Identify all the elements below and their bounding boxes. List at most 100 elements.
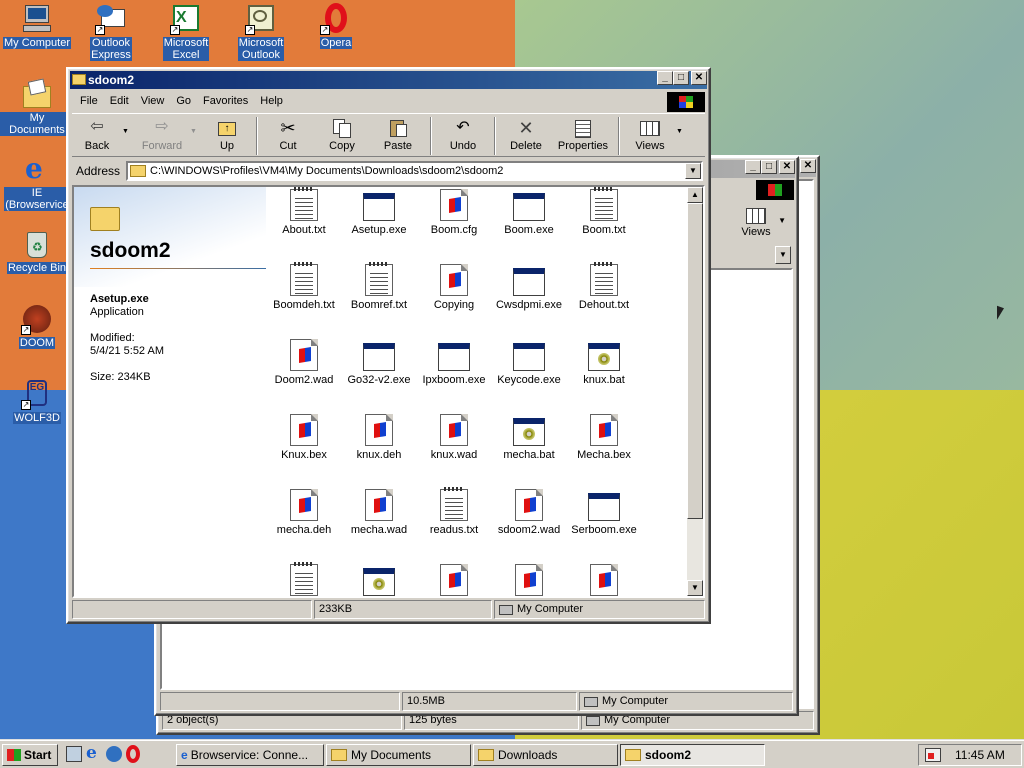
close-button[interactable]: ✕ xyxy=(779,160,795,174)
menu-edit[interactable]: Edit xyxy=(106,95,133,107)
file-item[interactable]: Mecha.bex xyxy=(566,414,642,462)
file-item[interactable]: Doom2.wad xyxy=(266,339,342,387)
properties-button[interactable]: Properties xyxy=(552,114,614,152)
views-button[interactable]: Views ▼ xyxy=(726,208,786,238)
desktop-icon-wolf3d[interactable]: EG ↗ WOLF3D xyxy=(0,378,74,424)
show-desktop-icon[interactable] xyxy=(66,746,82,762)
internet-explorer-icon[interactable]: e xyxy=(86,745,102,763)
close-button[interactable]: ✕ xyxy=(691,71,707,85)
file-item[interactable]: Boomdeh.txt xyxy=(266,262,342,312)
file-item[interactable]: Ipxboom.exe xyxy=(416,339,492,387)
desktop-icon-outlook-express[interactable]: ↗ Outlook Express xyxy=(74,3,148,61)
desktop-icon-label-line2: Excel xyxy=(172,49,200,61)
window-titlebar[interactable]: sdoom2 xyxy=(70,71,707,89)
clock[interactable]: 11:45 AM xyxy=(955,748,1005,762)
file-item[interactable] xyxy=(266,562,342,596)
forward-dropdown-icon[interactable]: ▼ xyxy=(190,114,202,135)
desktop-icon-doom[interactable]: ↗ DOOM xyxy=(0,303,74,349)
file-item[interactable]: About.txt xyxy=(266,187,342,237)
address-input[interactable]: C:\WINDOWS\Profiles\VM4\My Documents\Dow… xyxy=(126,161,703,181)
file-item[interactable]: Asetup.exe xyxy=(341,189,417,237)
cut-button[interactable]: ✂ Cut xyxy=(262,114,314,152)
doom-file-icon xyxy=(365,414,393,446)
folder-content[interactable]: sdoom2 Asetup.exe Application Modified: … xyxy=(72,185,705,598)
scroll-down-button[interactable]: ▼ xyxy=(687,580,703,596)
file-item[interactable] xyxy=(416,564,492,596)
address-bar: Address C:\WINDOWS\Profiles\VM4\My Docum… xyxy=(72,159,705,183)
address-dropdown-button[interactable]: ▼ xyxy=(775,246,791,264)
menu-help[interactable]: Help xyxy=(256,95,287,107)
file-item[interactable] xyxy=(491,564,567,596)
up-button[interactable]: ↑ Up xyxy=(202,114,252,152)
menu-file[interactable]: File xyxy=(76,95,102,107)
paste-button[interactable]: Paste xyxy=(370,114,426,152)
minimize-button[interactable]: _ xyxy=(745,160,761,174)
menu-bar: File Edit View Go Favorites Help xyxy=(72,91,705,111)
desktop-icon-recycle-bin[interactable]: ♻ Recycle Bin xyxy=(0,228,74,274)
start-button[interactable]: Start xyxy=(2,744,58,766)
menu-view[interactable]: View xyxy=(137,95,169,107)
desktop-icon-outlook[interactable]: ↗ Microsoft Outlook xyxy=(224,3,298,61)
scroll-thumb[interactable] xyxy=(687,203,703,519)
undo-icon: ↶ xyxy=(456,119,470,136)
vertical-scrollbar[interactable]: ▲ ▼ xyxy=(687,187,703,596)
minimize-button[interactable]: _ xyxy=(657,71,673,85)
file-item[interactable]: knux.wad xyxy=(416,414,492,462)
file-item[interactable]: Boomref.txt xyxy=(341,262,417,312)
status-objects xyxy=(72,600,312,619)
views-dropdown-icon[interactable]: ▼ xyxy=(676,114,690,135)
taskbar-button-browservice[interactable]: e Browservice: Conne... xyxy=(176,744,324,766)
file-item[interactable]: Cwsdpmi.exe xyxy=(491,264,567,312)
taskbar-button-downloads[interactable]: Downloads xyxy=(473,744,618,766)
tray-app-icon[interactable] xyxy=(925,748,941,762)
text-file-icon xyxy=(365,262,393,296)
file-item[interactable]: Serboom.exe xyxy=(566,489,642,537)
close-button[interactable]: ✕ xyxy=(800,159,816,173)
file-item[interactable]: mecha.bat xyxy=(491,414,567,462)
file-item[interactable] xyxy=(566,564,642,596)
file-item[interactable]: Boom.exe xyxy=(491,189,567,237)
opera-icon[interactable] xyxy=(126,745,140,763)
desktop-icon-ie-browservice[interactable]: e IE (Browservice xyxy=(0,153,74,211)
views-button[interactable]: Views xyxy=(624,114,676,152)
undo-button[interactable]: ↶ Undo xyxy=(436,114,490,152)
file-item[interactable]: knux.deh xyxy=(341,414,417,462)
file-item[interactable]: Copying xyxy=(416,264,492,312)
menu-favorites[interactable]: Favorites xyxy=(199,95,252,107)
desktop-icon-label: Outlook xyxy=(92,37,130,49)
outlook-express-icon[interactable] xyxy=(106,746,122,762)
address-dropdown-button[interactable]: ▼ xyxy=(685,163,701,179)
desktop-icon-opera[interactable]: ↗ Opera xyxy=(299,3,373,49)
file-item[interactable]: Go32-v2.exe xyxy=(341,339,417,387)
up-folder-icon: ↑ xyxy=(216,118,238,138)
file-item[interactable]: Dehout.txt xyxy=(566,262,642,312)
back-dropdown-icon[interactable]: ▼ xyxy=(122,114,134,135)
taskbar-button-sdoom2[interactable]: sdoom2 xyxy=(620,744,765,766)
desktop-icon-my-computer[interactable]: My Computer xyxy=(0,3,74,49)
file-item[interactable]: Boom.cfg xyxy=(416,189,492,237)
file-item[interactable]: mecha.deh xyxy=(266,489,342,537)
desktop[interactable]: My Computer ↗ Outlook Express X ↗ Microso… xyxy=(0,0,1024,740)
forward-button[interactable]: ⇨ Forward xyxy=(134,114,190,152)
file-item[interactable]: mecha.wad xyxy=(341,489,417,537)
file-item[interactable]: Boom.txt xyxy=(566,187,642,237)
desktop-icon-excel[interactable]: X ↗ Microsoft Excel xyxy=(149,3,223,61)
copy-button[interactable]: Copy xyxy=(314,114,370,152)
desktop-icon-my-documents[interactable]: My Documents xyxy=(0,78,74,136)
back-button[interactable]: ⇦ Back xyxy=(72,114,122,152)
file-item[interactable] xyxy=(341,564,417,596)
file-name: mecha.bat xyxy=(503,449,555,461)
taskbar-button-my-documents[interactable]: My Documents xyxy=(326,744,471,766)
menu-go[interactable]: Go xyxy=(172,95,195,107)
maximize-button[interactable]: □ xyxy=(673,71,689,85)
file-item[interactable]: sdoom2.wad xyxy=(491,489,567,537)
file-item[interactable]: knux.bat xyxy=(566,339,642,387)
maximize-button[interactable]: □ xyxy=(761,160,777,174)
window-sdoom2[interactable]: sdoom2 _ □ ✕ File Edit View Go Favorites… xyxy=(66,67,711,624)
file-item[interactable]: readus.txt xyxy=(416,487,492,537)
file-item[interactable]: Keycode.exe xyxy=(491,339,567,387)
address-label: Address xyxy=(76,164,121,178)
delete-button[interactable]: ✕ Delete xyxy=(500,114,552,152)
file-item[interactable]: Knux.bex xyxy=(266,414,342,462)
scroll-up-button[interactable]: ▲ xyxy=(687,187,703,203)
